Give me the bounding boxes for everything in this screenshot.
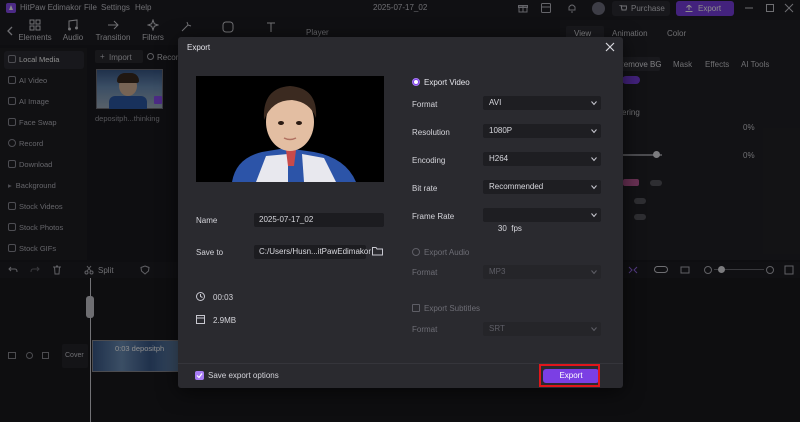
duration-value: 00:03 [213, 293, 234, 302]
preview-image [196, 76, 384, 182]
audio-format-select[interactable]: MP3 [483, 265, 601, 279]
bitrate-select[interactable]: Recommended [483, 180, 601, 194]
resolution-value: 1080P [489, 126, 513, 135]
folder-icon[interactable] [372, 246, 383, 256]
export-subtitles-checkbox[interactable] [412, 304, 420, 312]
name-input[interactable]: 2025-07-17_02 [254, 213, 384, 227]
save-options-label: Save export options [208, 371, 279, 380]
format-label: Format [412, 100, 438, 109]
bitrate-label: Bit rate [412, 184, 438, 193]
save-options-checkbox[interactable] [195, 371, 204, 380]
export-video-radio[interactable] [412, 78, 420, 86]
chevron-down-icon [591, 213, 597, 218]
export-video-title: Export Video [424, 78, 470, 87]
resolution-select[interactable]: 1080P [483, 124, 601, 138]
chevron-down-icon [591, 270, 597, 275]
chevron-down-icon [591, 185, 597, 190]
export-button-highlight [539, 364, 600, 387]
format-select[interactable]: AVI [483, 96, 601, 110]
resolution-label: Resolution [412, 128, 450, 137]
chevron-down-icon [591, 157, 597, 162]
bitrate-value: Recommended [489, 182, 544, 191]
clock-icon [196, 292, 205, 301]
chevron-down-icon [591, 101, 597, 106]
audio-format-value: MP3 [489, 267, 506, 276]
audio-format-label: Format [412, 268, 438, 277]
name-label: Name [196, 216, 218, 225]
dialog-title: Export [187, 43, 211, 52]
encoding-select[interactable]: H264 [483, 152, 601, 166]
framerate-label: Frame Rate [412, 212, 455, 221]
close-icon[interactable] [604, 41, 616, 53]
encoding-value: H264 [489, 154, 509, 163]
file-size-icon [196, 315, 205, 324]
dialog-header [178, 37, 623, 57]
export-audio-radio[interactable] [412, 248, 420, 256]
framerate-value: 30 fps [497, 224, 522, 233]
export-audio-title: Export Audio [424, 248, 470, 257]
save-to-label: Save to [196, 248, 224, 257]
export-subtitles-title: Export Subtitles [424, 304, 481, 313]
subtitles-format-value: SRT [489, 324, 505, 333]
save-path-input[interactable]: C:/Users/Husn...itPawEdimakor [254, 245, 371, 259]
encoding-label: Encoding [412, 156, 446, 165]
export-dialog: Export Name 2025-07-17_02 Save to C:/Use… [178, 37, 623, 388]
format-value: AVI [489, 98, 502, 107]
subtitles-format-label: Format [412, 325, 438, 334]
framerate-select[interactable]: 30 fps [483, 208, 601, 233]
video-preview [196, 76, 384, 182]
chevron-down-icon [591, 327, 597, 332]
subtitles-format-select[interactable]: SRT [483, 322, 601, 336]
chevron-down-icon [591, 129, 597, 134]
size-value: 2.9MB [213, 316, 237, 325]
